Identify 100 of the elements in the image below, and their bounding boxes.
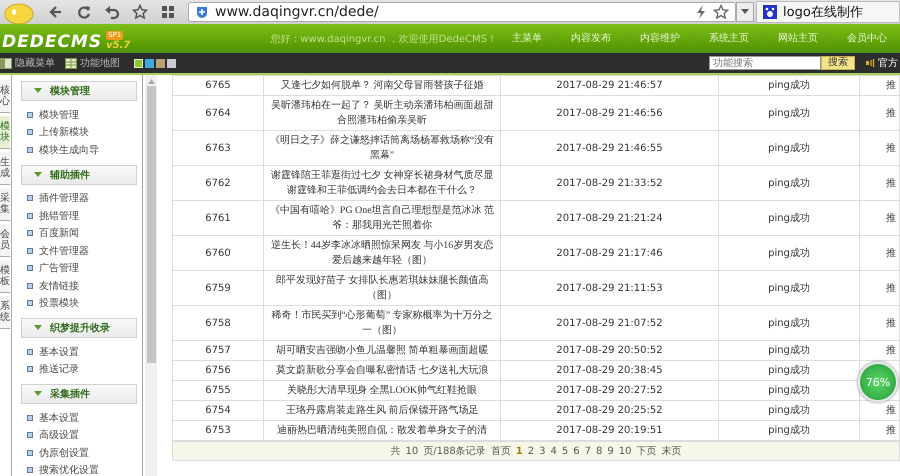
last-page-link[interactable]: 末页 <box>661 444 682 458</box>
table-cell: 胡可晒安吉强吻小鱼儿温馨照 简单粗暴画面超暖 <box>264 340 500 360</box>
table-cell: 推 <box>860 200 900 236</box>
bullet-icon <box>27 414 33 421</box>
menu-link[interactable]: 推送记录 <box>39 362 79 376</box>
menu-link[interactable]: 投票模块 <box>39 296 79 310</box>
table-cell: 2017-08-29 21:11:53 <box>500 270 718 306</box>
table-cell: 《中国有嘻哈》PG One坦言自己理想型是范冰冰 范爷：那我用光芒照着你 <box>264 200 500 236</box>
scroll-thumb[interactable] <box>146 86 156 363</box>
function-search-field[interactable]: 功能搜索 <box>709 56 821 70</box>
scroll-up-icon <box>148 79 154 84</box>
bullet-icon <box>27 230 33 236</box>
theme-swatch[interactable] <box>145 58 154 68</box>
side-tab[interactable]: 生成 <box>0 152 10 185</box>
table-cell: 推 <box>860 270 900 306</box>
bullet-icon <box>27 265 33 272</box>
menu-link[interactable]: 搜索优化设置 <box>39 463 99 476</box>
table-cell: 6754 <box>172 400 264 420</box>
hide-menu-link[interactable]: 隐藏菜单 <box>0 56 55 70</box>
side-tab[interactable]: 模板 <box>0 260 10 293</box>
table-cell: 逆生长！44岁李冰冰晒照惊呆网友 与小16岁男友恋爱后越来越年轻（图） <box>264 236 500 270</box>
undo-icon[interactable] <box>104 4 120 20</box>
section-header[interactable]: 采集插件 <box>21 384 137 404</box>
bullet-icon <box>27 348 33 355</box>
table-cell: 又逢七夕如何脱单？ 河南父母冒雨替孩子征婚 <box>264 76 500 96</box>
menu-link[interactable]: 插件管理器 <box>39 191 89 206</box>
side-tab[interactable]: 核心 <box>0 80 10 113</box>
section-header[interactable]: 辅助插件 <box>21 164 137 184</box>
table-cell: 吴昕潘玮柏在一起了？ 吴昕主动亲潘玮柏画面超甜合照潘玮柏偷亲吴昕 <box>264 96 500 130</box>
menu-link[interactable]: 基本设置 <box>39 410 79 425</box>
table-cell: 推 <box>860 130 900 166</box>
star-icon[interactable] <box>132 4 148 20</box>
pager-text: 10 <box>406 446 418 456</box>
table-cell: 推 <box>860 306 900 340</box>
page-link[interactable]: 7 <box>584 446 591 456</box>
table-cell: 2017-08-29 20:25:52 <box>500 400 718 420</box>
scrollbar[interactable] <box>145 75 157 476</box>
page-link[interactable]: 3 <box>539 446 546 456</box>
star-icon[interactable] <box>713 4 729 20</box>
bullet-icon <box>27 467 33 474</box>
menu-link[interactable]: 友情链接 <box>39 278 79 293</box>
table-cell: 2017-08-29 21:46:56 <box>500 96 718 130</box>
apps-icon[interactable] <box>160 4 176 20</box>
menu-link[interactable]: 基本设置 <box>39 344 79 359</box>
side-tab[interactable]: 模块 <box>0 116 10 149</box>
menu-link[interactable]: 广告管理 <box>39 261 79 276</box>
page-link[interactable]: 2 <box>528 446 534 456</box>
search-button[interactable]: 搜索 <box>821 56 855 70</box>
table-cell: 2017-08-29 21:07:52 <box>500 306 718 340</box>
first-page-link[interactable]: 首页 <box>490 444 511 458</box>
side-tab[interactable]: 系统 <box>0 296 10 329</box>
theme-swatch[interactable] <box>167 58 176 68</box>
table-cell: 6760 <box>172 236 264 270</box>
table-cell: 推 <box>860 236 900 270</box>
table-cell: 2017-08-29 21:46:57 <box>500 76 718 96</box>
theme-swatch[interactable] <box>156 58 165 68</box>
table-cell: 莫文蔚新歌分享会自曝私密情话 七夕送礼大玩浪 <box>264 360 500 380</box>
table-cell: ping成功 <box>718 166 860 200</box>
grid-icon <box>65 58 77 68</box>
menu-link[interactable]: 模块生成向导 <box>39 142 99 157</box>
menu-link[interactable]: 伪原创设置 <box>39 446 89 460</box>
next-page-link[interactable]: 下页 <box>636 444 656 458</box>
menu-link[interactable]: 模块管理 <box>39 108 79 122</box>
address-bar[interactable]: www.daqingvr.cn/dede/ <box>188 2 736 22</box>
page-link[interactable]: 5 <box>562 446 568 456</box>
dropdown-button[interactable] <box>736 2 754 22</box>
page-link[interactable]: 8 <box>596 446 602 456</box>
lightning-icon[interactable] <box>695 4 707 20</box>
table-cell: 6755 <box>172 380 264 400</box>
menu-link[interactable]: 挑错管理 <box>39 208 79 223</box>
table-cell: 推 <box>860 340 900 360</box>
page-link[interactable]: 10 <box>618 446 632 456</box>
bullet-icon <box>27 366 33 372</box>
table-cell: 6759 <box>172 270 264 306</box>
bullet-icon <box>27 248 33 254</box>
forum-link[interactable]: 官方 <box>865 56 898 70</box>
table-cell: ping成功 <box>718 200 860 236</box>
table-cell: ping成功 <box>718 76 860 96</box>
back-icon[interactable] <box>48 4 64 20</box>
theme-swatch[interactable] <box>134 58 143 68</box>
reload-icon[interactable] <box>76 4 92 20</box>
function-map-link[interactable]: 功能地图 <box>65 56 120 70</box>
side-tab[interactable]: 会员 <box>0 224 10 257</box>
page-link[interactable]: 6 <box>573 446 580 456</box>
table-cell: 2017-08-29 21:46:55 <box>500 130 718 166</box>
side-tab[interactable]: 采集 <box>0 188 10 221</box>
page-link[interactable]: 9 <box>607 446 614 456</box>
section-header[interactable]: 织梦提升收录 <box>21 318 137 338</box>
table-cell: 谢霆锋陪王菲逛街过七夕 女神穿长裙身材气质尽显谢霆锋和王菲低调约会去日本都在干什么？ <box>264 166 500 200</box>
menu-link[interactable]: 高级设置 <box>39 428 79 442</box>
search-box[interactable]: logo在线制作 <box>756 1 900 23</box>
table-cell: ping成功 <box>718 130 860 166</box>
table-cell: 6756 <box>172 360 264 380</box>
table-cell: ping成功 <box>718 236 860 270</box>
menu-link[interactable]: 百度新闻 <box>39 226 79 240</box>
menu-link[interactable]: 上传新模块 <box>39 125 89 140</box>
page-link[interactable]: 4 <box>550 446 557 456</box>
section-header[interactable]: 模块管理 <box>21 81 137 101</box>
menu-link[interactable]: 文件管理器 <box>39 244 89 258</box>
panel-icon <box>0 58 12 68</box>
